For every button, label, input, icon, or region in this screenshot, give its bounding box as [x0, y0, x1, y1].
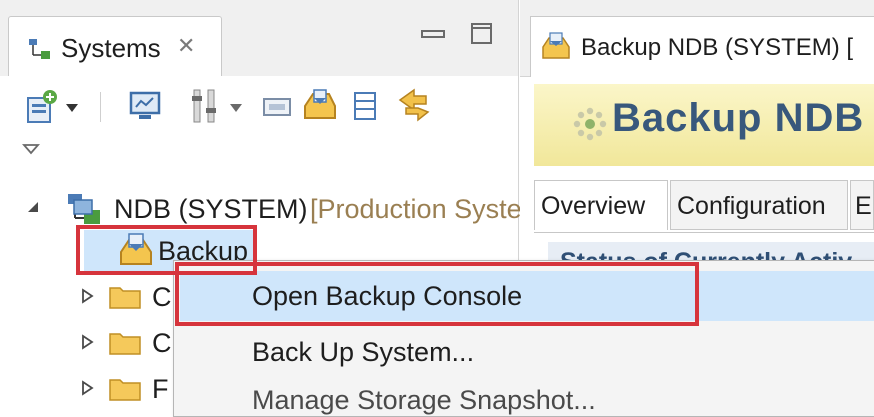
highlight-open-backup-console — [175, 262, 699, 326]
tab-backup-editor[interactable]: Backup NDB (SYSTEM) [ — [530, 16, 874, 77]
minimize-icon[interactable] — [420, 26, 448, 42]
tab-configuration[interactable]: Configuration — [670, 180, 848, 230]
folder-icon — [109, 333, 141, 355]
menu-item-manage-storage-snapshot[interactable]: Manage Storage Snapshot... — [180, 379, 874, 416]
console-icon[interactable] — [262, 96, 294, 118]
system-icon — [68, 194, 100, 224]
tab-next[interactable]: E — [850, 180, 874, 230]
collapsed-twisty-icon[interactable] — [80, 334, 94, 350]
folder-label: C — [152, 328, 172, 358]
tab-systems-label: Systems — [61, 33, 161, 63]
view-menu-icon[interactable] — [22, 142, 40, 156]
tree-item-folder[interactable]: C — [0, 276, 173, 318]
chevron-down-icon[interactable] — [228, 102, 244, 114]
tab-systems[interactable]: Systems ✕ — [8, 16, 222, 77]
editor-tab-label: Backup NDB (SYSTEM) [ — [581, 34, 854, 61]
configure-icon[interactable] — [190, 88, 220, 124]
menu-item-label: Back Up System... — [252, 337, 475, 367]
system-name: NDB (SYSTEM) — [114, 194, 308, 224]
folder-icon — [109, 379, 141, 401]
collapsed-twisty-icon[interactable] — [80, 288, 94, 304]
backup-icon[interactable] — [302, 88, 338, 122]
toolbar-separator — [100, 92, 101, 122]
expanded-twisty-icon[interactable] — [26, 200, 40, 214]
tree-item-folder[interactable]: F — [0, 368, 173, 410]
tree-item-ndb-system[interactable]: NDB (SYSTEM) [Production Syste — [0, 186, 522, 228]
menu-item-label: Manage Storage Snapshot... — [252, 385, 596, 415]
folder-label: F — [152, 374, 169, 404]
tree-item-folder[interactable]: C — [0, 322, 173, 364]
collapsed-twisty-icon[interactable] — [80, 380, 94, 396]
editor-subtab-bar: Overview Configuration E — [534, 174, 874, 233]
folder-icon — [109, 287, 141, 309]
system-description: [Production Syste — [310, 194, 522, 224]
maximize-icon[interactable] — [470, 22, 494, 46]
backup-icon — [542, 32, 570, 59]
systems-view-icon — [29, 39, 50, 59]
systems-toolbar — [0, 76, 518, 186]
close-icon[interactable]: ✕ — [177, 33, 195, 59]
menu-item-back-up-system[interactable]: Back Up System... — [180, 331, 874, 375]
sync-icon[interactable] — [396, 86, 432, 122]
folder-label: C — [152, 282, 172, 312]
progress-spinner-icon — [573, 107, 607, 141]
chevron-down-icon[interactable] — [64, 102, 80, 114]
tab-overview[interactable]: Overview — [534, 180, 668, 230]
collapse-icon[interactable] — [352, 90, 378, 122]
monitor-icon[interactable] — [128, 90, 162, 122]
editor-title: Backup NDB ( — [612, 96, 874, 140]
add-system-icon[interactable] — [24, 88, 58, 124]
